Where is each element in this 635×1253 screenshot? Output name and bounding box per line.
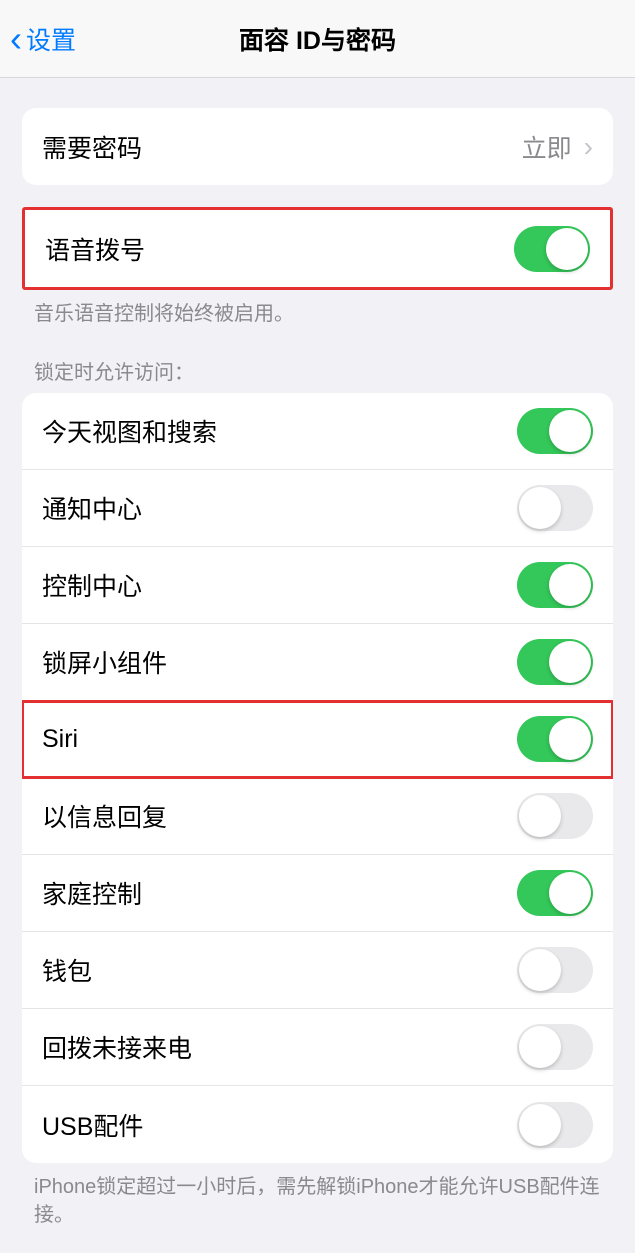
chevron-left-icon: ‹ [10, 21, 22, 57]
lock-access-item-label: 家庭控制 [42, 875, 142, 911]
lock-access-row: Siri [22, 701, 613, 778]
back-button[interactable]: ‹ 设置 [0, 21, 76, 57]
lock-access-group: 今天视图和搜索通知中心控制中心锁屏小组件 Siri 以信息回复家庭控制钱包回拨未接来… [22, 393, 613, 1163]
require-passcode-label: 需要密码 [42, 129, 142, 165]
require-passcode-value: 立即 [522, 129, 572, 165]
lock-access-toggle[interactable] [517, 408, 593, 454]
toggle-knob [549, 872, 591, 914]
require-passcode-row[interactable]: 需要密码 立即 › [22, 108, 613, 185]
voice-dial-group: 语音拨号 [22, 207, 613, 290]
lock-access-row: 家庭控制 [22, 855, 613, 932]
lock-access-item-label: 钱包 [42, 952, 92, 988]
toggle-knob [519, 1026, 561, 1068]
lock-access-footer: iPhone锁定超过一小时后，需先解锁iPhone才能允许USB配件连接。 [0, 1163, 635, 1229]
toggle-knob [519, 949, 561, 991]
lock-access-row: 以信息回复 [22, 778, 613, 855]
lock-access-item-label: 通知中心 [42, 490, 142, 526]
require-passcode-group: 需要密码 立即 › [22, 108, 613, 185]
toggle-knob [546, 228, 588, 270]
toggle-knob [549, 564, 591, 606]
toggle-knob [519, 487, 561, 529]
lock-access-item-label: USB配件 [42, 1107, 143, 1143]
lock-access-row: 锁屏小组件 [22, 624, 613, 701]
lock-access-toggle[interactable] [517, 870, 593, 916]
lock-access-toggle[interactable] [517, 947, 593, 993]
lock-access-toggle[interactable] [517, 562, 593, 608]
navigation-header: ‹ 设置 面容 ID与密码 [0, 0, 635, 78]
lock-access-toggle[interactable] [517, 485, 593, 531]
lock-access-item-label: 以信息回复 [42, 798, 167, 834]
lock-access-item-label: 锁屏小组件 [42, 644, 167, 680]
voice-dial-row: 语音拨号 [25, 210, 610, 287]
toggle-knob [549, 641, 591, 683]
chevron-right-icon: › [584, 131, 593, 163]
toggle-knob [549, 718, 591, 760]
lock-access-item-label: 控制中心 [42, 567, 142, 603]
lock-access-toggle[interactable] [517, 639, 593, 685]
voice-dial-toggle[interactable] [514, 226, 590, 272]
toggle-knob [549, 410, 591, 452]
lock-access-row: 控制中心 [22, 547, 613, 624]
lock-access-row: 今天视图和搜索 [22, 393, 613, 470]
back-label: 设置 [26, 21, 76, 57]
lock-access-toggle[interactable] [517, 1024, 593, 1070]
toggle-knob [519, 795, 561, 837]
lock-access-toggle[interactable] [517, 793, 593, 839]
toggle-knob [519, 1104, 561, 1146]
voice-dial-label: 语音拨号 [45, 231, 145, 267]
lock-access-row: USB配件 [22, 1086, 613, 1163]
lock-access-item-label: Siri [42, 725, 78, 754]
lock-access-row: 通知中心 [22, 470, 613, 547]
lock-access-toggle[interactable] [517, 1102, 593, 1148]
lock-access-item-label: 今天视图和搜索 [42, 413, 217, 449]
voice-dial-footer: 音乐语音控制将始终被启用。 [0, 290, 635, 328]
lock-access-header: 锁定时允许访问： [0, 328, 635, 393]
page-title: 面容 ID与密码 [239, 21, 396, 57]
lock-access-toggle[interactable] [517, 716, 593, 762]
lock-access-row: 回拨未接来电 [22, 1009, 613, 1086]
lock-access-row: 钱包 [22, 932, 613, 1009]
lock-access-item-label: 回拨未接来电 [42, 1029, 192, 1065]
